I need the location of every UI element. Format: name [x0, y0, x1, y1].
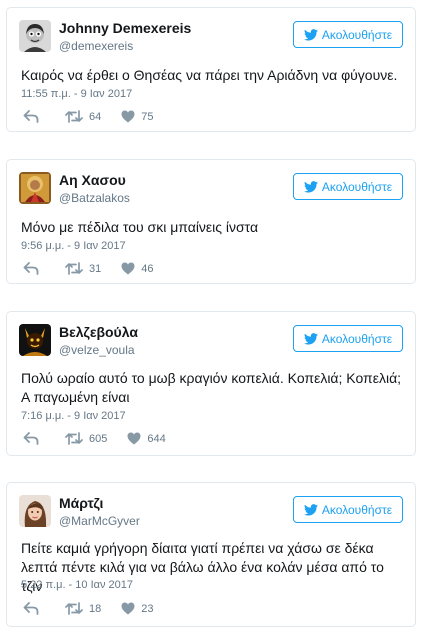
tweet-text: Καιρός να έρθει ο Θησέας να πάρει την Αρ… [21, 67, 398, 83]
retweet-icon [65, 110, 83, 123]
retweet-button[interactable]: 18 [65, 602, 101, 615]
reply-button[interactable] [23, 432, 39, 445]
reply-button[interactable] [23, 262, 39, 275]
avatar[interactable] [19, 20, 51, 52]
like-button[interactable]: 46 [121, 262, 154, 275]
like-count: 644 [147, 432, 166, 445]
tweet-timestamp[interactable]: 5:22 π.μ. - 10 Ιαν 2017 [21, 579, 133, 591]
heart-icon [127, 432, 141, 445]
tweet-text: Πολύ ωραίο αυτό το μωβ κραγιόν κοπελιά. … [21, 370, 402, 405]
retweet-icon [65, 432, 83, 445]
like-button[interactable]: 644 [127, 432, 166, 445]
heart-icon [121, 602, 135, 615]
tweet-text: Μόνο με πέδιλα του σκι μπαίνεις ίνστα [21, 219, 259, 235]
follow-label: Ακολουθήστε [321, 27, 393, 42]
like-button[interactable]: 23 [121, 602, 154, 615]
retweet-button[interactable]: 64 [65, 110, 101, 123]
tweet-card: Βελζεβούλα @velze_voula Ακολουθήστε Πολύ… [6, 311, 416, 456]
retweet-count: 605 [89, 432, 108, 445]
tweet-card: Johnny Demexereis @demexereis Ακολουθήστ… [6, 7, 416, 132]
tweet-actions: 31 46 [23, 262, 154, 275]
reply-button[interactable] [23, 602, 39, 615]
avatar[interactable] [19, 324, 51, 356]
like-count: 23 [141, 602, 154, 615]
reply-button[interactable] [23, 110, 39, 123]
follow-button[interactable]: Ακολουθήστε [293, 21, 403, 48]
avatar[interactable] [19, 495, 51, 527]
tweet-card: Μάρτζι @MarMcGyver Ακολουθήστε Πείτε καμ… [6, 482, 416, 627]
like-count: 75 [141, 110, 154, 123]
heart-icon [121, 110, 135, 123]
reply-icon [23, 262, 39, 275]
bird-icon [303, 503, 318, 516]
user-handle[interactable]: @velze_voula [59, 343, 135, 357]
retweet-icon [65, 602, 83, 615]
retweet-button[interactable]: 605 [65, 432, 107, 445]
like-count: 46 [141, 262, 154, 275]
reply-icon [23, 110, 39, 123]
avatar[interactable] [19, 172, 51, 204]
tweet-card: Αη Χασου @Batzalakos Ακολουθήστε Μόνο με… [6, 159, 416, 284]
follow-label: Ακολουθήστε [321, 179, 393, 194]
heart-icon [121, 262, 135, 275]
display-name[interactable]: Βελζεβούλα [59, 324, 138, 340]
reply-icon [23, 602, 39, 615]
retweet-button[interactable]: 31 [65, 262, 101, 275]
reply-icon [23, 432, 39, 445]
follow-button[interactable]: Ακολουθήστε [293, 496, 403, 523]
tweet-timestamp[interactable]: 7:16 μ.μ. - 9 Ιαν 2017 [21, 410, 126, 422]
like-button[interactable]: 75 [121, 110, 154, 123]
user-handle[interactable]: @MarMcGyver [59, 514, 140, 528]
retweet-icon [65, 262, 83, 275]
display-name[interactable]: Μάρτζι [59, 495, 103, 511]
bird-icon [303, 332, 318, 345]
display-name[interactable]: Αη Χασου [59, 172, 126, 188]
follow-button[interactable]: Ακολουθήστε [293, 325, 403, 352]
bird-icon [303, 28, 318, 41]
tweet-actions: 18 23 [23, 602, 154, 615]
retweet-count: 18 [89, 602, 102, 615]
tweet-timestamp[interactable]: 11:55 π.μ. - 9 Ιαν 2017 [21, 88, 132, 100]
retweet-count: 64 [89, 110, 102, 123]
tweet-actions: 605 644 [23, 432, 166, 445]
bird-icon [303, 180, 318, 193]
user-handle[interactable]: @Batzalakos [59, 191, 130, 205]
tweet-actions: 64 75 [23, 110, 154, 123]
follow-button[interactable]: Ακολουθήστε [293, 173, 403, 200]
user-handle[interactable]: @demexereis [59, 39, 133, 53]
display-name[interactable]: Johnny Demexereis [59, 20, 191, 36]
tweet-timestamp[interactable]: 9:56 μ.μ. - 9 Ιαν 2017 [21, 240, 126, 252]
follow-label: Ακολουθήστε [321, 331, 393, 346]
follow-label: Ακολουθήστε [321, 502, 393, 517]
retweet-count: 31 [89, 262, 102, 275]
